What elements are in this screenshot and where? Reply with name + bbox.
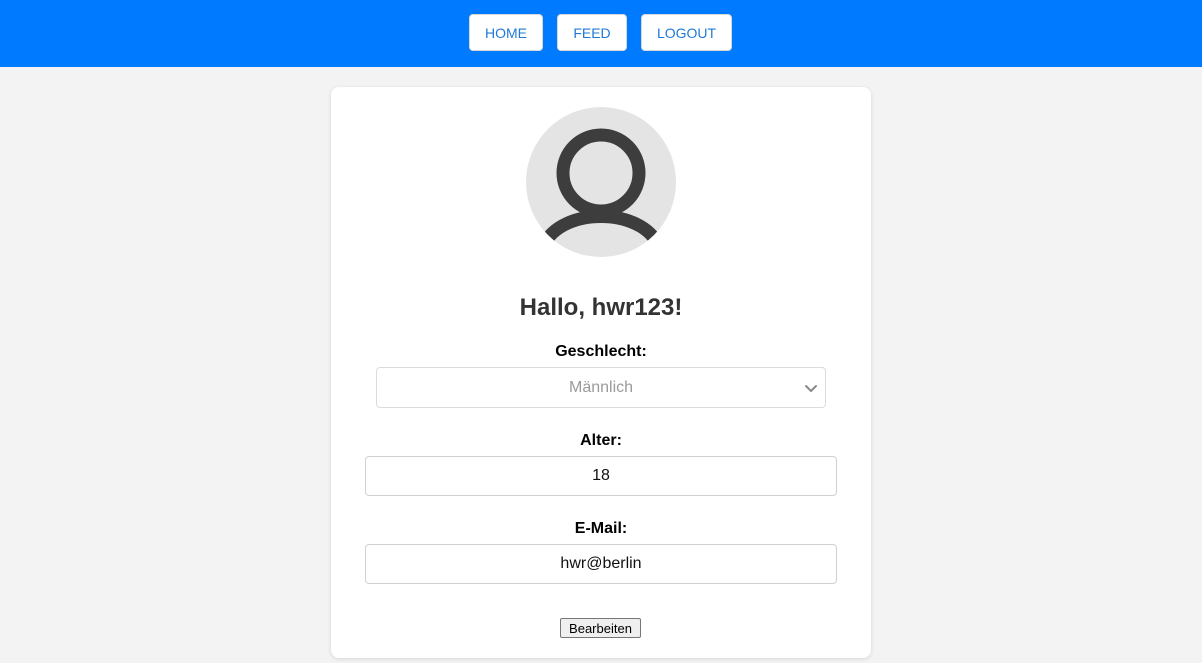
profile-card: Hallo, hwr123! Geschlecht: Männlich Alte… bbox=[331, 87, 871, 658]
feed-button[interactable]: FEED bbox=[557, 14, 627, 51]
greeting-heading: Hallo, hwr123! bbox=[519, 294, 683, 321]
user-icon bbox=[538, 128, 664, 249]
gender-label: Geschlecht: bbox=[555, 343, 647, 360]
email-label: E-Mail: bbox=[574, 520, 628, 537]
gender-select[interactable]: Männlich bbox=[376, 367, 826, 408]
age-field[interactable] bbox=[365, 456, 837, 496]
home-button[interactable]: HOME bbox=[469, 14, 543, 51]
edit-button[interactable]: Bearbeiten bbox=[560, 618, 641, 638]
age-label: Alter: bbox=[580, 432, 622, 449]
logout-button[interactable]: LOGOUT bbox=[641, 14, 732, 51]
chevron-down-icon bbox=[805, 385, 817, 392]
gender-select-value: Männlich bbox=[568, 378, 634, 396]
top-navigation-bar: HOME FEED LOGOUT bbox=[0, 0, 1202, 67]
avatar bbox=[526, 107, 676, 257]
profile-page: HOME FEED LOGOUT Hallo, hwr123! Geschlec… bbox=[0, 0, 1202, 663]
email-field[interactable] bbox=[365, 544, 837, 584]
